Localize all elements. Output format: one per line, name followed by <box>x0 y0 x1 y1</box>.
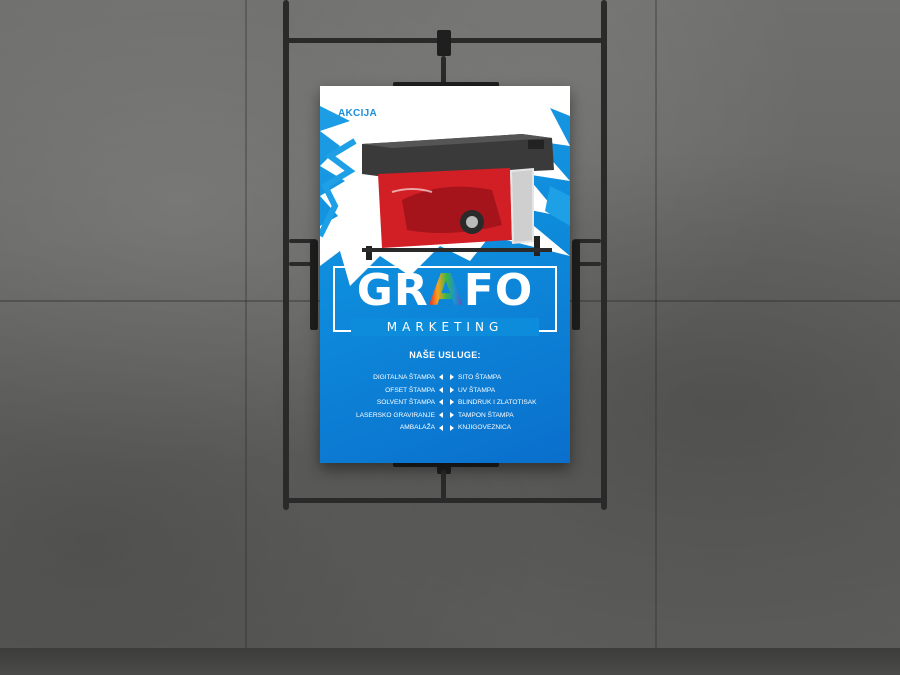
triangle-left-icon <box>439 399 443 406</box>
rack-vertical-bar-left <box>283 0 289 510</box>
service-item: DIGITALNA ŠTAMPA <box>330 372 443 385</box>
triangle-right-icon <box>450 399 454 406</box>
services-list-right: SITO ŠTAMPA UV ŠTAMPA BLINDRUK I ZLATOTI… <box>450 372 565 435</box>
brand-subtitle: MARKETING <box>386 320 504 334</box>
wall-seam <box>245 0 247 650</box>
service-item: BLINDRUK I ZLATOTISAK <box>450 397 565 410</box>
services-heading: NAŠE USLUGE: <box>409 350 481 360</box>
poster-side-clip-right <box>572 240 580 330</box>
poster-clip-top <box>437 30 451 56</box>
triangle-right-icon <box>450 412 454 419</box>
large-format-printer-image <box>362 134 554 260</box>
rack-vertical-bar-right <box>601 0 607 510</box>
rack-hanger-rod <box>441 470 446 500</box>
triangle-right-icon <box>450 374 454 381</box>
triangle-left-icon <box>439 424 443 431</box>
triangle-left-icon <box>439 412 443 419</box>
triangle-left-icon <box>439 386 443 393</box>
brand-logo: GRAFO <box>356 265 534 316</box>
triangle-left-icon <box>439 374 443 381</box>
poster-side-clip-left <box>310 240 318 330</box>
service-item: UV ŠTAMPA <box>450 385 565 398</box>
service-item: SITO ŠTAMPA <box>450 372 565 385</box>
triangle-right-icon <box>450 386 454 393</box>
service-item: AMBALAŽA <box>330 422 443 435</box>
service-item: TAMPON ŠTAMPA <box>450 410 565 423</box>
service-item: SOLVENT ŠTAMPA <box>330 397 443 410</box>
service-item: OFSET ŠTAMPA <box>330 385 443 398</box>
advertising-poster: AKCIJA GRAFO MARKETING NAŠE USLUGE: DIGI… <box>320 86 570 463</box>
wall-seam <box>655 0 657 650</box>
service-item: LASERSKO GRAVIRANJE <box>330 410 443 423</box>
promo-badge: AKCIJA <box>338 108 378 119</box>
triangle-right-icon <box>450 424 454 431</box>
floor-strip <box>0 648 900 675</box>
service-item: KNJIGOVEZNICA <box>450 422 565 435</box>
services-list-left: DIGITALNA ŠTAMPA OFSET ŠTAMPA SOLVENT ŠT… <box>330 372 443 435</box>
